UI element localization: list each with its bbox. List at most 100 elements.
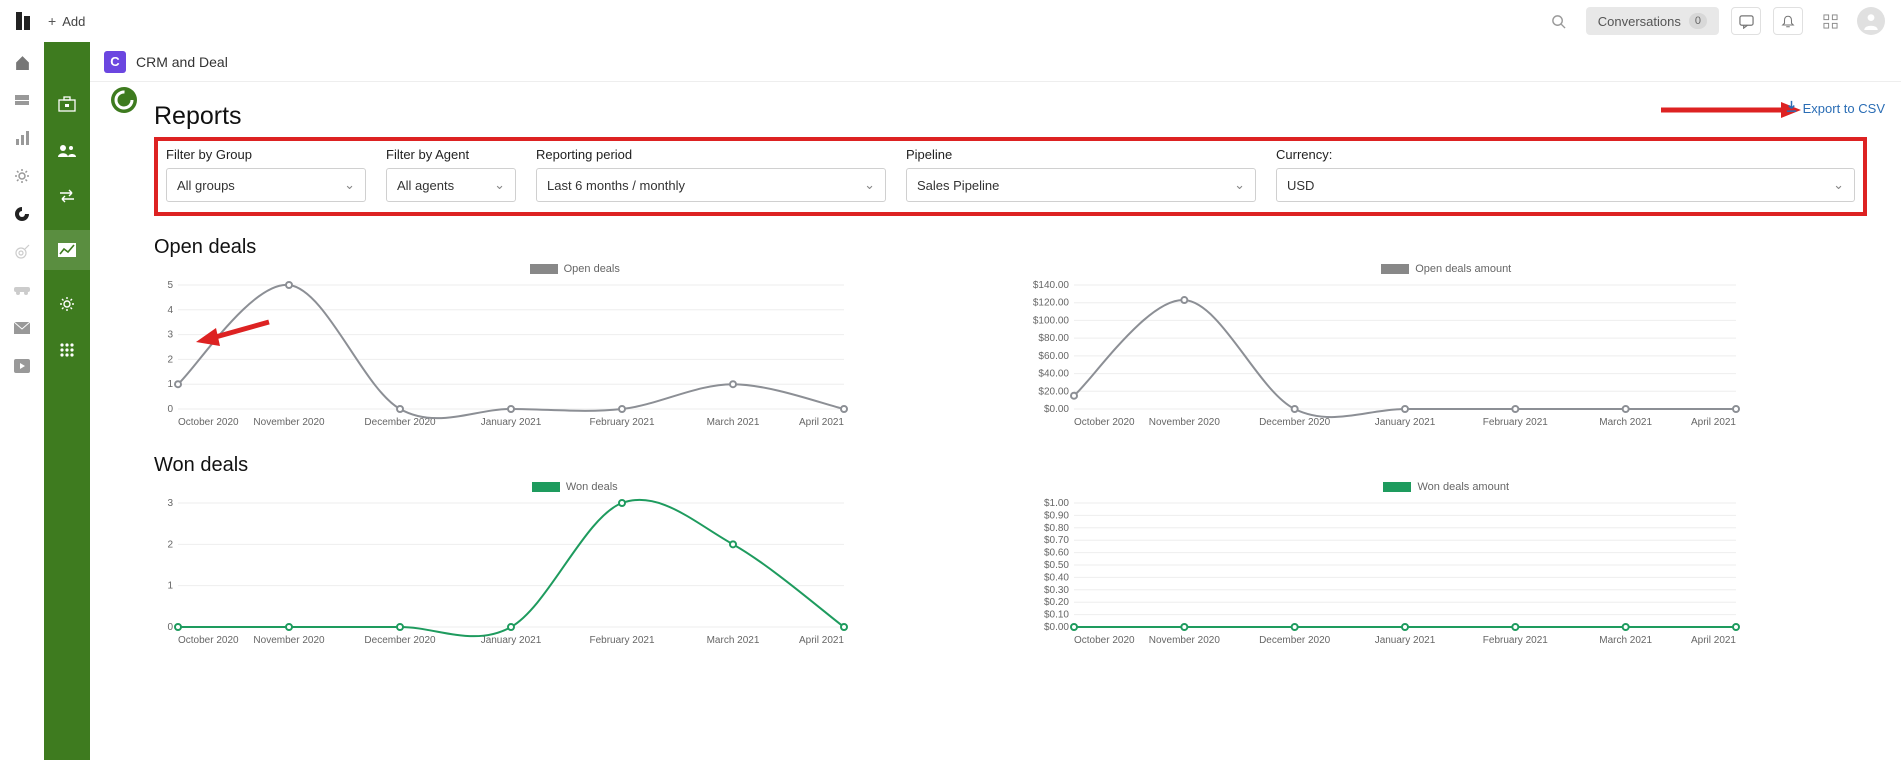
gear-icon[interactable] [55, 292, 79, 316]
svg-text:December 2020: December 2020 [1259, 417, 1331, 428]
conversations-count: 0 [1689, 13, 1707, 29]
filter-pipeline-value: Sales Pipeline [917, 178, 999, 193]
svg-text:$120.00: $120.00 [1032, 298, 1069, 309]
add-label: Add [62, 14, 85, 29]
download-icon [1785, 100, 1798, 116]
svg-text:$0.80: $0.80 [1043, 523, 1068, 534]
conversations-label: Conversations [1598, 14, 1681, 29]
annotation-arrow-right-icon [1661, 100, 1801, 125]
car-icon[interactable] [10, 278, 34, 302]
chevron-down-icon: ⌄ [1234, 177, 1245, 193]
svg-text:March 2021: March 2021 [1599, 635, 1652, 646]
play-icon[interactable] [10, 354, 34, 378]
filter-group-value: All groups [177, 178, 235, 193]
legend-swatch-green [1383, 482, 1411, 492]
svg-text:1: 1 [167, 581, 173, 592]
svg-text:5: 5 [167, 280, 173, 291]
filter-currency-label: Currency: [1276, 147, 1855, 162]
legend-won-deals: Won deals [566, 481, 618, 493]
svg-text:February 2021: February 2021 [589, 417, 654, 428]
svg-text:2: 2 [167, 354, 173, 365]
svg-text:3: 3 [167, 498, 173, 509]
svg-text:$0.90: $0.90 [1043, 510, 1068, 521]
home-icon[interactable] [10, 50, 34, 74]
briefcase-icon[interactable] [55, 92, 79, 116]
filter-pipeline-label: Pipeline [906, 147, 1256, 162]
svg-text:October 2020: October 2020 [178, 417, 239, 428]
filter-pipeline-select[interactable]: Sales Pipeline ⌄ [906, 168, 1256, 202]
filter-period-select[interactable]: Last 6 months / monthly ⌄ [536, 168, 886, 202]
filter-agent-select[interactable]: All agents ⌄ [386, 168, 516, 202]
mail-icon[interactable] [10, 316, 34, 340]
inbox-icon[interactable] [10, 88, 34, 112]
svg-text:$60.00: $60.00 [1038, 351, 1069, 362]
target-icon[interactable] [10, 240, 34, 264]
swap-icon[interactable] [55, 184, 79, 208]
legend-swatch-gray [530, 264, 558, 274]
user-avatar[interactable] [1857, 7, 1885, 35]
svg-text:$0.30: $0.30 [1043, 585, 1068, 596]
svg-text:0: 0 [167, 622, 173, 633]
svg-text:2: 2 [167, 539, 173, 550]
svg-text:February 2021: February 2021 [1482, 635, 1547, 646]
filter-group-select[interactable]: All groups ⌄ [166, 168, 366, 202]
svg-text:$0.10: $0.10 [1043, 610, 1068, 621]
bar-chart-icon[interactable] [10, 126, 34, 150]
svg-text:$0.70: $0.70 [1043, 535, 1068, 546]
svg-text:December 2020: December 2020 [364, 635, 436, 646]
svg-text:April 2021: April 2021 [1690, 417, 1735, 428]
export-csv-button[interactable]: Export to CSV [1785, 100, 1885, 116]
svg-text:November 2020: November 2020 [253, 417, 325, 428]
chevron-down-icon: ⌄ [494, 177, 505, 193]
filters-panel: Filter by Group All groups ⌄ Filter by A… [154, 137, 1867, 216]
svg-text:3: 3 [167, 330, 173, 341]
chart-open-deals-amount: Open deals amount $0.00$20.00$40.00$60.0… [1026, 263, 1868, 434]
svg-text:October 2020: October 2020 [1074, 417, 1135, 428]
svg-text:January 2021: January 2021 [481, 635, 542, 646]
svg-text:January 2021: January 2021 [481, 417, 542, 428]
svg-text:$0.60: $0.60 [1043, 548, 1068, 559]
app-badge-icon: C [104, 51, 126, 73]
svg-text:1: 1 [167, 379, 173, 390]
conversations-button[interactable]: Conversations 0 [1586, 7, 1719, 35]
filter-agent-label: Filter by Agent [386, 147, 516, 162]
filter-currency-select[interactable]: USD ⌄ [1276, 168, 1855, 202]
trend-chart-icon[interactable] [44, 230, 90, 270]
chart-won-deals-count: Won deals 0 1 2 3 October 2020 November 2020 D… [154, 481, 996, 652]
apps-grid-icon[interactable] [1815, 7, 1845, 35]
filter-agent-value: All agents [397, 178, 454, 193]
legend-open-deals: Open deals [564, 263, 620, 275]
svg-text:November 2020: November 2020 [1148, 417, 1220, 428]
gear-icon[interactable] [10, 164, 34, 188]
svg-text:January 2021: January 2021 [1374, 635, 1435, 646]
section-open-deals-title: Open deals [154, 236, 1867, 259]
svg-text:April 2021: April 2021 [799, 417, 844, 428]
apps-dots-icon[interactable] [55, 338, 79, 362]
legend-swatch-green [532, 482, 560, 492]
svg-text:$0.00: $0.00 [1043, 622, 1068, 633]
app-logo-icon [16, 12, 34, 30]
svg-text:$0.40: $0.40 [1043, 572, 1068, 583]
svg-text:0: 0 [167, 404, 173, 415]
svg-text:$40.00: $40.00 [1038, 369, 1069, 380]
search-icon[interactable] [1544, 6, 1574, 36]
svg-text:November 2020: November 2020 [253, 635, 325, 646]
legend-won-amount: Won deals amount [1417, 481, 1509, 493]
svg-text:October 2020: October 2020 [1074, 635, 1135, 646]
chat-icon[interactable] [1731, 7, 1761, 35]
svg-text:$80.00: $80.00 [1038, 333, 1069, 344]
filter-period-label: Reporting period [536, 147, 886, 162]
bell-icon[interactable] [1773, 7, 1803, 35]
filter-group-label: Filter by Group [166, 147, 366, 162]
svg-text:4: 4 [167, 305, 173, 316]
svg-text:$0.00: $0.00 [1043, 404, 1068, 415]
users-group-icon[interactable] [55, 138, 79, 162]
svg-text:$0.20: $0.20 [1043, 597, 1068, 608]
svg-text:February 2021: February 2021 [1482, 417, 1547, 428]
svg-text:$140.00: $140.00 [1032, 280, 1069, 291]
svg-text:October 2020: October 2020 [178, 635, 239, 646]
add-button[interactable]: + Add [48, 13, 85, 29]
svg-text:December 2020: December 2020 [1259, 635, 1331, 646]
donut-icon[interactable] [10, 202, 34, 226]
chart-won-deals-amount: Won deals amount $0.00$0.10 $0.20$0.30 $0.… [1026, 481, 1868, 652]
